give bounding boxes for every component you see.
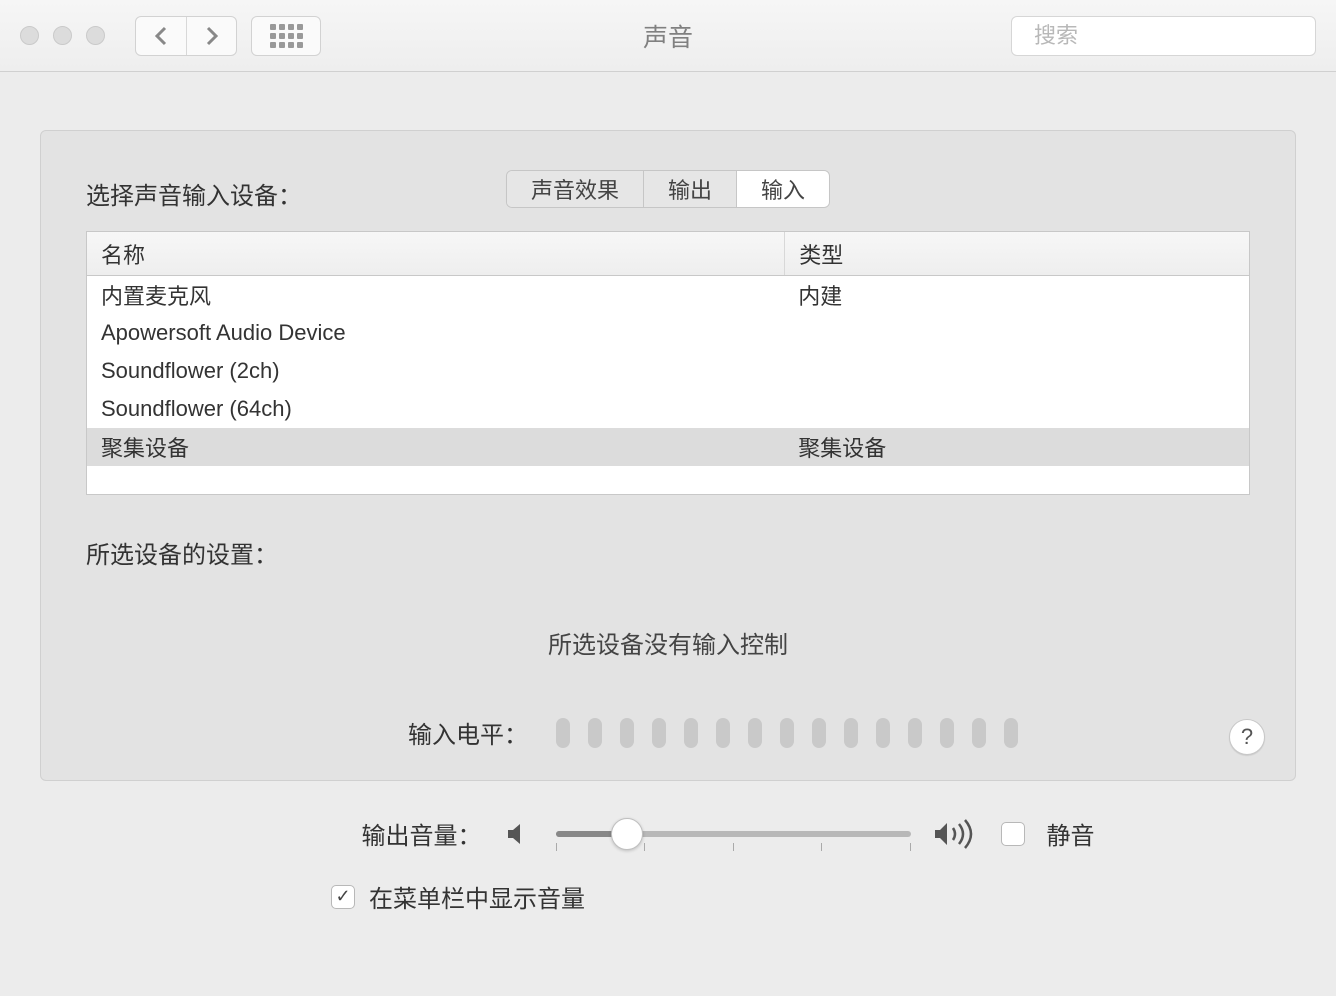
device-type	[784, 352, 1249, 390]
mute-label: 静音	[1047, 816, 1095, 851]
content: 声音效果 输出 输入 选择声音输入设备： 名称 类型 内置麦克风 内建 Apow…	[0, 130, 1336, 954]
speaker-low-icon	[504, 819, 534, 849]
show-all-button[interactable]	[251, 16, 321, 56]
titlebar: 声音	[0, 0, 1336, 72]
device-name: Apowersoft Audio Device	[87, 314, 784, 352]
device-type	[784, 314, 1249, 352]
settings-heading: 所选设备的设置：	[86, 535, 1250, 570]
menubar-volume-row: 在菜单栏中显示音量	[195, 879, 1336, 914]
level-segment	[1004, 718, 1018, 748]
slider-ticks	[556, 843, 911, 851]
table-row[interactable]: 内置麦克风 内建	[87, 276, 1249, 314]
table-row[interactable]: Soundflower (64ch)	[87, 390, 1249, 428]
level-segment	[684, 718, 698, 748]
device-name: 内置麦克风	[87, 276, 784, 314]
nav-buttons	[135, 16, 237, 56]
output-volume-slider[interactable]	[556, 831, 911, 837]
device-table: 名称 类型 内置麦克风 内建 Apowersoft Audio Device S…	[86, 231, 1250, 495]
level-segment	[716, 718, 730, 748]
level-segment	[876, 718, 890, 748]
search-box[interactable]	[1011, 16, 1316, 56]
traffic-lights	[20, 26, 105, 45]
level-segment	[844, 718, 858, 748]
device-type: 聚集设备	[784, 428, 1249, 466]
footer: 输出音量： 静音 在菜单栏中显示音量	[40, 816, 1296, 914]
show-in-menubar-label: 在菜单栏中显示音量	[369, 879, 585, 914]
no-controls-message: 所选设备没有输入控制	[86, 625, 1250, 660]
level-segment	[908, 718, 922, 748]
column-type-header[interactable]: 类型	[784, 232, 1249, 275]
level-segment	[588, 718, 602, 748]
table-row[interactable]: Apowersoft Audio Device	[87, 314, 1249, 352]
level-segment	[812, 718, 826, 748]
device-type	[784, 390, 1249, 428]
level-segment	[556, 718, 570, 748]
table-row-empty	[87, 466, 1249, 494]
close-window-button[interactable]	[20, 26, 39, 45]
table-row[interactable]: 聚集设备 聚集设备	[87, 428, 1249, 466]
output-volume-label: 输出音量：	[242, 816, 482, 851]
search-input[interactable]	[1034, 23, 1322, 49]
level-segment	[972, 718, 986, 748]
speaker-high-icon	[933, 818, 979, 850]
input-level-row: 输入电平：	[86, 715, 1250, 750]
input-level-meter	[556, 718, 1018, 748]
input-level-label: 输入电平：	[378, 715, 528, 750]
device-name: Soundflower (2ch)	[87, 352, 784, 390]
input-panel: 选择声音输入设备： 名称 类型 内置麦克风 内建 Apowersoft Audi…	[40, 130, 1296, 781]
column-name-header[interactable]: 名称	[87, 232, 784, 275]
window-title: 声音	[643, 18, 693, 54]
level-segment	[652, 718, 666, 748]
grid-icon	[270, 24, 303, 48]
show-in-menubar-checkbox[interactable]	[331, 885, 355, 909]
level-segment	[940, 718, 954, 748]
device-name: 聚集设备	[87, 428, 784, 466]
tab-output[interactable]: 输出	[643, 171, 736, 207]
back-button[interactable]	[136, 17, 186, 55]
tab-input[interactable]: 输入	[736, 171, 829, 207]
table-header: 名称 类型	[87, 232, 1249, 276]
tab-sound-effects[interactable]: 声音效果	[507, 171, 643, 207]
level-segment	[620, 718, 634, 748]
mute-checkbox[interactable]	[1001, 822, 1025, 846]
help-button[interactable]: ?	[1229, 719, 1265, 755]
level-segment	[748, 718, 762, 748]
level-segment	[780, 718, 794, 748]
zoom-window-button[interactable]	[86, 26, 105, 45]
device-type: 内建	[784, 276, 1249, 314]
forward-button[interactable]	[186, 17, 236, 55]
minimize-window-button[interactable]	[53, 26, 72, 45]
tab-bar: 声音效果 输出 输入	[506, 170, 830, 208]
output-volume-row: 输出音量： 静音	[242, 816, 1095, 851]
table-row[interactable]: Soundflower (2ch)	[87, 352, 1249, 390]
device-name: Soundflower (64ch)	[87, 390, 784, 428]
table-body: 内置麦克风 内建 Apowersoft Audio Device Soundfl…	[87, 276, 1249, 494]
